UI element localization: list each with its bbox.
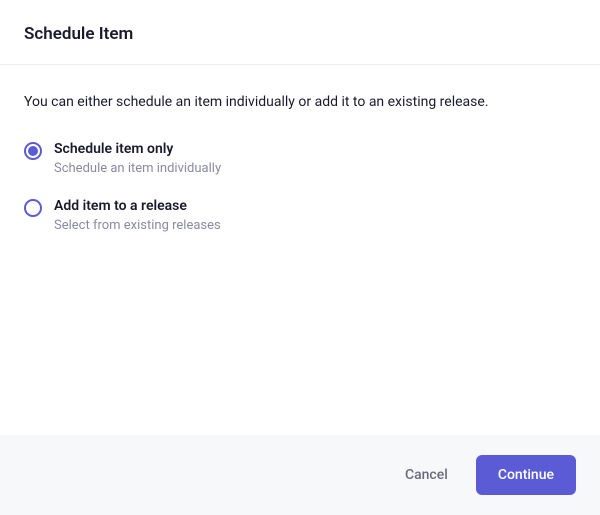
option-schedule-item-only[interactable]: Schedule item only Schedule an item indi… xyxy=(24,141,576,176)
option-text: Schedule item only Schedule an item indi… xyxy=(54,141,221,176)
radio-icon xyxy=(24,142,42,160)
dialog-content: You can either schedule an item individu… xyxy=(0,65,600,435)
cancel-button[interactable]: Cancel xyxy=(397,457,456,493)
schedule-options: Schedule item only Schedule an item indi… xyxy=(24,141,576,233)
option-text: Add item to a release Select from existi… xyxy=(54,198,221,233)
option-subtitle: Schedule an item individually xyxy=(54,161,221,176)
option-add-to-release[interactable]: Add item to a release Select from existi… xyxy=(24,198,576,233)
radio-icon xyxy=(24,199,42,217)
dialog-description: You can either schedule an item individu… xyxy=(24,93,576,113)
continue-button[interactable]: Continue xyxy=(476,455,576,495)
dialog-footer: Cancel Continue xyxy=(0,435,600,515)
dialog-header: Schedule Item xyxy=(0,0,600,65)
option-subtitle: Select from existing releases xyxy=(54,218,221,233)
option-title: Schedule item only xyxy=(54,141,221,157)
option-title: Add item to a release xyxy=(54,198,221,214)
dialog-title: Schedule Item xyxy=(24,24,576,44)
